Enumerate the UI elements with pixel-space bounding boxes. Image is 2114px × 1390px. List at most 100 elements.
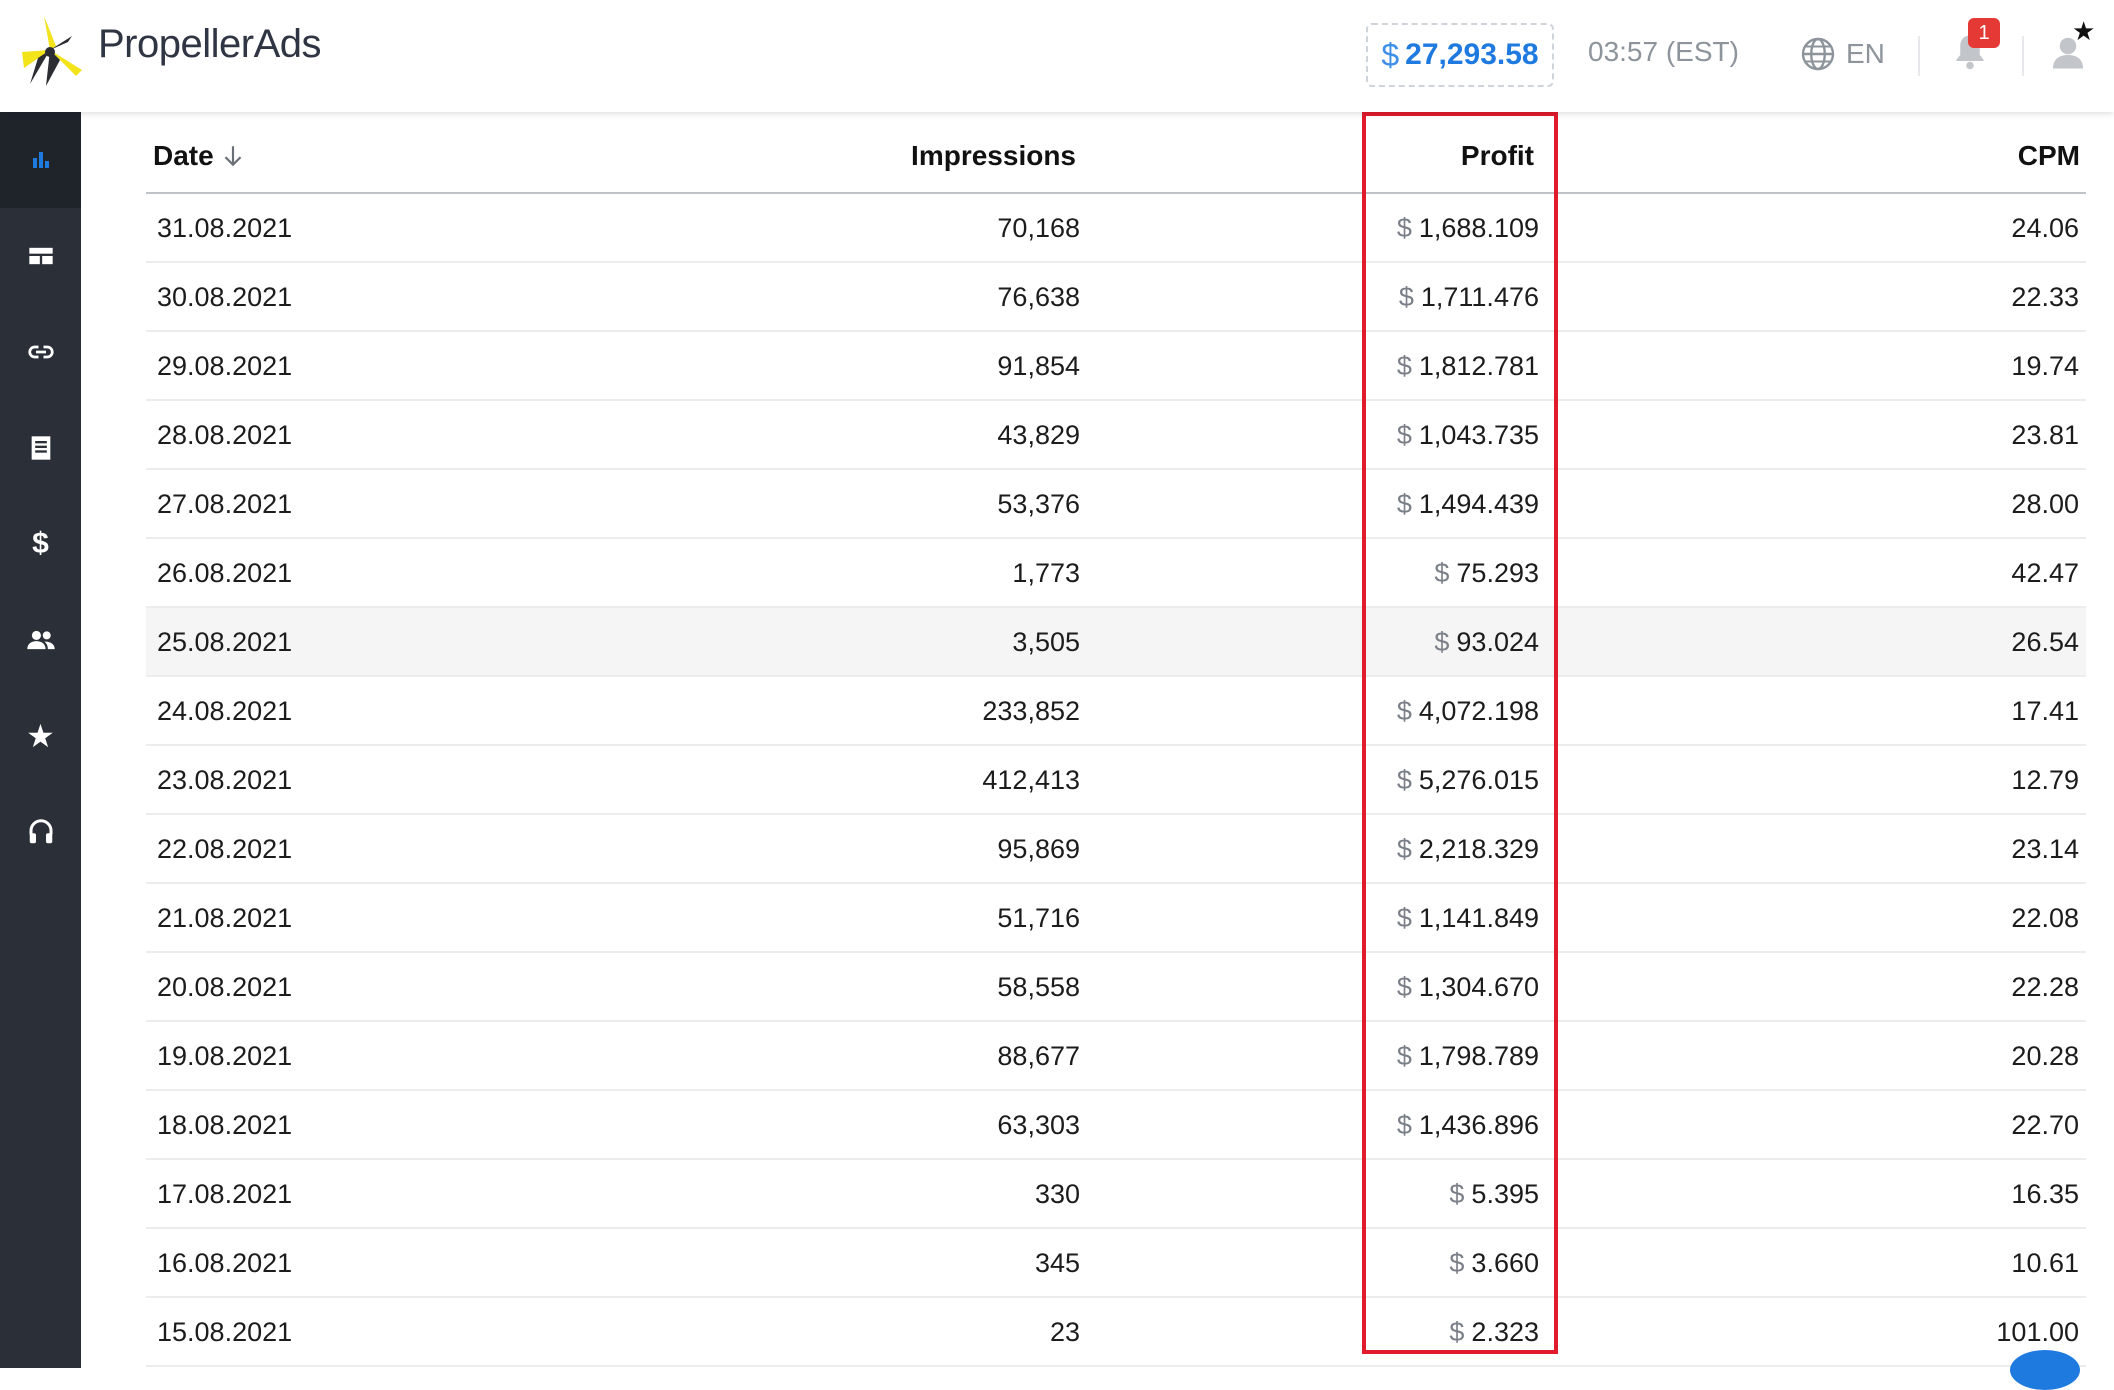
dashboard-icon <box>28 247 53 265</box>
receipt-icon <box>31 436 50 460</box>
currency-symbol: $ <box>1396 489 1412 519</box>
cell-profit: $5,276.015 <box>1397 765 1539 796</box>
currency-symbol: $ <box>1396 351 1412 381</box>
link-icon <box>27 345 54 359</box>
cell-profit: $93.024 <box>1434 627 1539 658</box>
column-header-profit[interactable]: Profit <box>1461 140 1534 172</box>
cell-cpm: 19.74 <box>2011 351 2079 381</box>
column-header-cpm[interactable]: CPM <box>2018 140 2080 172</box>
profit-value: 1,812.781 <box>1418 351 1539 381</box>
table-row[interactable]: 28.08.2021 43,829 $1,043.735 23.81 <box>146 401 2086 470</box>
cell-date: 20.08.2021 <box>157 972 293 1002</box>
server-time: 03:57 (EST) <box>1588 36 1739 67</box>
cell-date: 23.08.2021 <box>157 765 293 795</box>
cell-profit: $1,043.735 <box>1397 420 1539 451</box>
cell-profit: $1,711.476 <box>1399 282 1539 313</box>
balance-widget[interactable]: $ 27,293.58 <box>1366 23 1554 87</box>
sidebar-item-support[interactable] <box>0 784 81 880</box>
table-row[interactable]: 19.08.2021 88,677 $1,798.789 20.28 <box>146 1022 2086 1091</box>
table-row[interactable]: 23.08.2021 412,413 $5,276.015 12.79 <box>146 746 2086 815</box>
cell-impressions: 345 <box>1034 1248 1080 1278</box>
cell-profit: $1,436.896 <box>1397 1110 1539 1141</box>
notification-badge: 1 <box>1968 18 2000 48</box>
profit-value: 1,304.670 <box>1418 972 1539 1002</box>
table-row[interactable]: 25.08.2021 3,505 $93.024 26.54 <box>146 608 2086 677</box>
bar-chart-icon <box>32 152 49 168</box>
profit-value: 93.024 <box>1456 627 1539 657</box>
cell-cpm: 24.06 <box>2011 213 2079 243</box>
language-selector[interactable]: EN <box>1800 34 1885 74</box>
cell-impressions: 53,376 <box>997 489 1080 519</box>
sidebar-item-direct-links[interactable] <box>0 304 81 400</box>
table-row[interactable]: 26.08.2021 1,773 $75.293 42.47 <box>146 539 2086 608</box>
table-row[interactable]: 27.08.2021 53,376 $1,494.439 28.00 <box>146 470 2086 539</box>
cell-impressions: 76,638 <box>997 282 1080 312</box>
cell-cpm: 10.61 <box>2011 1248 2079 1278</box>
cell-impressions: 95,869 <box>997 834 1080 864</box>
table-row[interactable]: 22.08.2021 95,869 $2,218.329 23.14 <box>146 815 2086 884</box>
column-header-impressions[interactable]: Impressions <box>911 140 1076 172</box>
cell-date: 30.08.2021 <box>157 282 293 312</box>
profit-value: 5.395 <box>1471 1179 1539 1209</box>
cell-profit: $1,688.109 <box>1397 213 1539 244</box>
cell-cpm: 28.00 <box>2011 489 2079 519</box>
sidebar-item-payments[interactable]: $ <box>0 496 81 592</box>
cell-profit: $1,812.781 <box>1397 351 1539 382</box>
currency-symbol: $ <box>1398 282 1414 312</box>
table-body: 31.08.2021 70,168 $1,688.109 24.06 30.08.202… <box>146 194 2086 1367</box>
currency-symbol: $ <box>1396 420 1412 450</box>
sidebar-item-statistics[interactable] <box>0 112 81 208</box>
dollar-icon: $ <box>32 527 49 560</box>
star-icon: ★ <box>26 718 55 754</box>
profit-value: 1,494.439 <box>1418 489 1539 519</box>
currency-symbol: $ <box>1396 1110 1412 1140</box>
currency-symbol: $ <box>1396 213 1412 243</box>
cell-cpm: 23.14 <box>2011 834 2079 864</box>
sidebar-item-ad-zones[interactable] <box>0 208 81 304</box>
cell-date: 29.08.2021 <box>157 351 293 381</box>
headset-icon <box>29 819 52 844</box>
help-fab[interactable] <box>2010 1350 2080 1390</box>
sidebar-item-favorites[interactable]: ★ <box>0 688 81 784</box>
sidebar-item-reports[interactable] <box>0 400 81 496</box>
sidebar-item-referrals[interactable] <box>0 592 81 688</box>
sort-arrow-down-icon <box>224 146 242 167</box>
table-row[interactable]: 16.08.2021 345 $3.660 10.61 <box>146 1229 2086 1298</box>
cell-date: 16.08.2021 <box>157 1248 293 1278</box>
cell-impressions: 330 <box>1034 1179 1080 1209</box>
header-divider <box>1918 36 1920 76</box>
cell-profit: $1,798.789 <box>1397 1041 1539 1072</box>
propeller-logo-icon <box>22 16 82 86</box>
column-header-date[interactable]: Date <box>153 140 246 172</box>
table-row[interactable]: 15.08.2021 23 $2.323 101.00 <box>146 1298 2086 1367</box>
table-row[interactable]: 29.08.2021 91,854 $1,812.781 19.74 <box>146 332 2086 401</box>
profit-value: 3.660 <box>1471 1248 1539 1278</box>
table-row[interactable]: 20.08.2021 58,558 $1,304.670 22.28 <box>146 953 2086 1022</box>
cell-cpm: 17.41 <box>2011 696 2079 726</box>
table-row[interactable]: 21.08.2021 51,716 $1,141.849 22.08 <box>146 884 2086 953</box>
cell-cpm: 22.08 <box>2011 903 2079 933</box>
cell-profit: $1,141.849 <box>1397 903 1539 934</box>
cell-cpm: 16.35 <box>2011 1179 2079 1209</box>
cell-profit: $2.323 <box>1449 1317 1539 1348</box>
cell-impressions: 70,168 <box>997 213 1080 243</box>
cell-cpm: 26.54 <box>2011 627 2079 657</box>
currency-symbol: $ <box>1434 627 1450 657</box>
cell-impressions: 3,505 <box>1012 627 1080 657</box>
currency-symbol: $ <box>1449 1179 1465 1209</box>
cell-profit: $3.660 <box>1449 1248 1539 1279</box>
cell-cpm: 22.33 <box>2011 282 2079 312</box>
brand-logo[interactable]: PropellerAds <box>16 12 322 92</box>
table-row[interactable]: 18.08.2021 63,303 $1,436.896 22.70 <box>146 1091 2086 1160</box>
table-row[interactable]: 17.08.2021 330 $5.395 16.35 <box>146 1160 2086 1229</box>
cell-impressions: 51,716 <box>997 903 1080 933</box>
currency-symbol: $ <box>1396 972 1412 1002</box>
table-row[interactable]: 31.08.2021 70,168 $1,688.109 24.06 <box>146 194 2086 263</box>
table-row[interactable]: 24.08.2021 233,852 $4,072.198 17.41 <box>146 677 2086 746</box>
table-row[interactable]: 30.08.2021 76,638 $1,711.476 22.33 <box>146 263 2086 332</box>
currency-symbol: $ <box>1449 1317 1465 1347</box>
currency-symbol: $ <box>1396 696 1412 726</box>
profit-value: 75.293 <box>1456 558 1539 588</box>
header-divider <box>2022 36 2024 76</box>
cell-cpm: 42.47 <box>2011 558 2079 588</box>
